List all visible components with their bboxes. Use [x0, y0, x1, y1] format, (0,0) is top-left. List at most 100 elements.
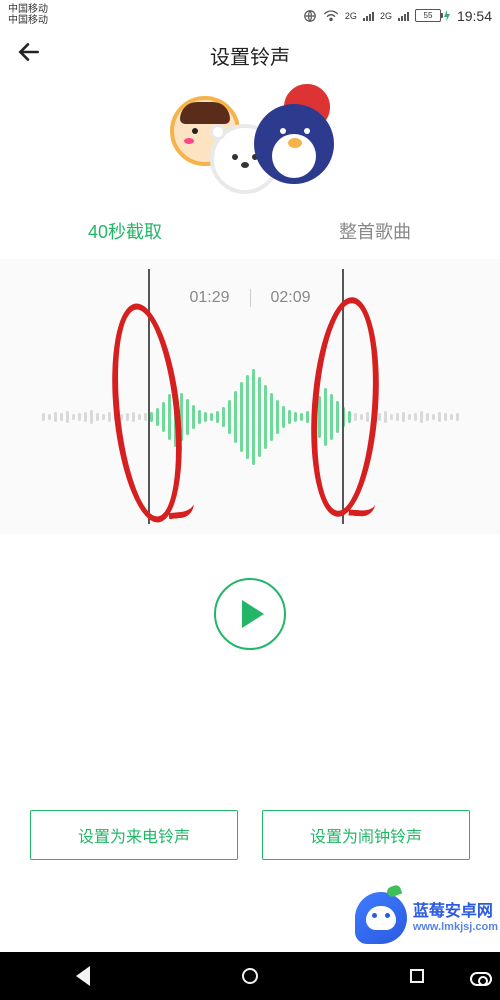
waveform-bar — [294, 412, 297, 422]
waveform-bar — [78, 413, 81, 421]
waveform-bar — [408, 414, 411, 420]
waveform-bar — [336, 401, 339, 433]
network-type-1: 2G — [345, 11, 357, 21]
watermark-logo-icon — [355, 892, 407, 944]
waveform-bar — [120, 414, 123, 420]
header: 设置铃声 — [0, 28, 500, 83]
waveform-bar — [186, 399, 189, 435]
waveform-bar — [126, 413, 129, 421]
waveform-bar — [180, 393, 183, 441]
play-icon — [242, 600, 264, 628]
waveform-bar — [210, 413, 213, 421]
system-navbar — [0, 952, 500, 1000]
waveform-bar — [360, 414, 363, 420]
watermark-url: www.lmkjsj.com — [413, 921, 498, 933]
waveform-bar — [348, 411, 351, 423]
back-button[interactable] — [16, 39, 42, 72]
battery-percent: 55 — [424, 11, 433, 20]
waveform-bar — [72, 414, 75, 420]
waveform-bar — [114, 413, 117, 421]
waveform-bar — [204, 412, 207, 422]
battery-indicator: 55 — [415, 9, 451, 22]
charging-icon — [443, 10, 451, 22]
waveform-bar — [444, 413, 447, 421]
trim-handle-start[interactable] — [148, 269, 150, 524]
waveform-bar — [60, 413, 63, 421]
waveform-bar — [234, 391, 237, 443]
waveform-bar — [366, 412, 369, 422]
internet-icon — [303, 9, 317, 23]
status-bar: 中国移动 中国移动 2G 2G 55 19:54 — [0, 0, 500, 28]
set-alarm-ringtone-button[interactable]: 设置为闹钟铃声 — [262, 810, 470, 860]
waveform-bar — [282, 406, 285, 428]
tab-clip-40s[interactable]: 40秒截取 — [0, 218, 250, 244]
tab-full-song[interactable]: 整首歌曲 — [250, 218, 500, 244]
waveform-bar — [66, 411, 69, 423]
waveform-bar — [378, 413, 381, 421]
end-time: 02:09 — [271, 289, 311, 307]
waveform-bar — [264, 385, 267, 449]
waveform-bar — [84, 412, 87, 422]
arrow-left-icon — [16, 39, 42, 65]
waveform-bar — [102, 414, 105, 420]
waveform-bar — [390, 414, 393, 420]
carrier-1: 中国移动 — [8, 5, 48, 16]
action-buttons: 设置为来电铃声 设置为闹钟铃声 — [0, 810, 500, 860]
waveform-bar — [384, 411, 387, 423]
start-time: 01:29 — [189, 289, 229, 307]
waveform-bar — [162, 402, 165, 432]
waveform-bar — [192, 405, 195, 429]
waveform-bar — [438, 412, 441, 422]
trim-handle-end[interactable] — [342, 269, 344, 524]
waveform-bar — [300, 413, 303, 421]
nav-home-button[interactable] — [242, 968, 258, 984]
waveform-bar — [402, 412, 405, 422]
page-title: 设置铃声 — [0, 41, 500, 70]
waveform-bar — [222, 407, 225, 427]
carrier-2: 中国移动 — [8, 16, 48, 27]
waveform-bar — [318, 396, 321, 438]
waveform-bar — [96, 413, 99, 421]
waveform-bar — [258, 377, 261, 457]
network-type-2: 2G — [380, 11, 392, 21]
signal-icon-1 — [363, 11, 374, 21]
waveform-bar — [54, 412, 57, 422]
play-button[interactable] — [214, 578, 286, 650]
play-area — [0, 534, 500, 694]
signal-icon-2 — [398, 11, 409, 21]
waveform-bar — [138, 414, 141, 420]
waveform-bar — [240, 382, 243, 452]
nav-back-button[interactable] — [76, 966, 90, 986]
waveform-bar — [372, 410, 375, 424]
waveform-bar — [108, 412, 111, 422]
waveform-bar — [426, 413, 429, 421]
waveform-bar — [198, 410, 201, 424]
nav-eye-icon[interactable] — [470, 972, 492, 986]
tabs: 40秒截取 整首歌曲 — [0, 203, 500, 259]
waveform-bar — [228, 400, 231, 434]
waveform-bar — [450, 414, 453, 420]
waveform-bar — [42, 413, 45, 421]
waveform-bar — [132, 412, 135, 422]
waveform-bar — [330, 394, 333, 440]
clock: 19:54 — [457, 8, 492, 24]
waveform-bar — [312, 404, 315, 430]
waveform[interactable] — [0, 337, 500, 497]
nav-recent-button[interactable] — [410, 969, 424, 983]
waveform-bar — [354, 413, 357, 421]
time-divider — [250, 289, 251, 307]
waveform-bar — [276, 400, 279, 434]
waveform-bar — [420, 411, 423, 423]
watermark: 蓝莓安卓网 www.lmkjsj.com — [355, 892, 498, 944]
set-call-ringtone-button[interactable]: 设置为来电铃声 — [30, 810, 238, 860]
waveform-bar — [216, 411, 219, 423]
waveform-bar — [246, 375, 249, 459]
waveform-bar — [48, 414, 51, 420]
waveform-bar — [306, 411, 309, 423]
waveform-bar — [252, 369, 255, 465]
waveform-bar — [456, 413, 459, 421]
waveform-bar — [396, 413, 399, 421]
waveform-bar — [288, 410, 291, 424]
waveform-bar — [168, 394, 171, 440]
watermark-title: 蓝莓安卓网 — [413, 903, 493, 921]
